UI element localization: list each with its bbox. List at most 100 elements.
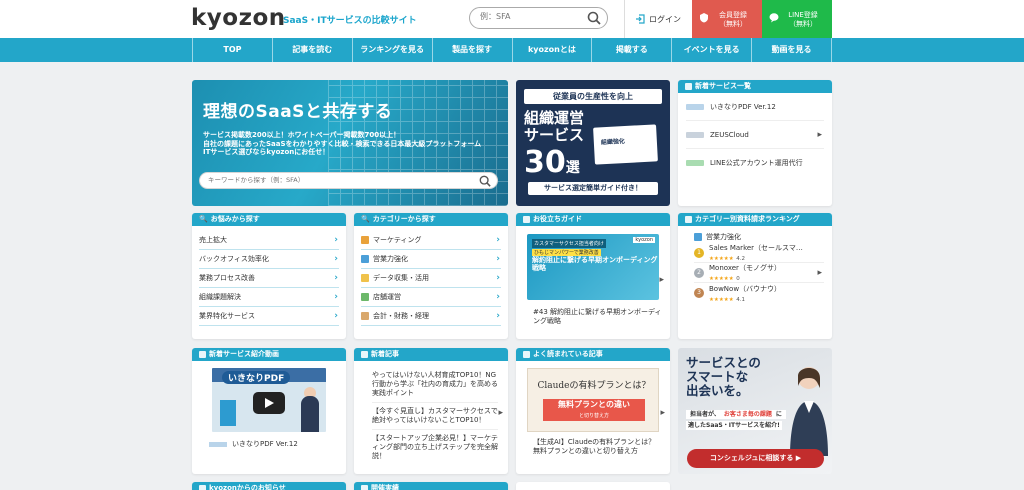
news-icon [199,485,206,490]
chevron-right-icon[interactable]: ▸ [498,408,503,418]
category-item[interactable]: データ収集・活用 › [361,269,501,288]
chevron-right-icon[interactable]: ▸ [660,408,665,418]
category-item[interactable]: 営業力強化 › [361,250,501,269]
search-icon[interactable] [479,175,491,187]
article-icon [361,351,368,358]
useful-guide-card[interactable]: お役立ちガイド カスタマーサクセス担当者向け kyozon ひもじマンパワーで業… [516,213,670,339]
nav-top[interactable]: TOP [192,38,272,62]
card-header: 新着記事 [354,348,508,361]
site-header: kyozon SaaS・ITサービスの比較サイト ログイン 会員登録 （無料） … [0,0,1024,38]
guide-thumbnail[interactable]: カスタマーサクセス担当者向け kyozon ひもじマンパワーで業務改善 解約阻止… [527,234,659,300]
login-button[interactable]: ログイン [624,0,691,38]
popular-articles-card[interactable]: よく読まれている記事 Claudeの有料プランとは？ 無料プランとの違い と切り替… [516,348,670,474]
ranking-item[interactable]: 2 Monoxer（モノグサ） ★★★★★ 0 ▸ [694,263,824,283]
new-video-card: 新着サービス紹介動画 いきなりPDF いきなりPDF Ver.12 [192,348,346,474]
chevron-right-icon: › [334,235,338,245]
header-search-box[interactable] [469,7,608,29]
hero-title: 理想のSaaSと共存する [203,102,393,122]
guide-title[interactable]: #43 解約阻止に繋げる早期オンボーディング戦略 [516,300,670,326]
line-chat-icon [769,13,779,23]
problem-item[interactable]: 業務プロセス改善 › [199,269,339,288]
book-icon [523,216,530,223]
nav-videos[interactable]: 動画を見る [751,38,832,62]
new-service-item[interactable]: ZEUSCloud ▸ [686,121,824,149]
category-item[interactable]: マーケティング › [361,231,501,250]
category-item[interactable]: 店舗運営 › [361,288,501,307]
article-icon [523,351,530,358]
service-logo-icon [686,131,704,138]
chevron-right-icon: › [496,311,500,321]
problem-item[interactable]: 業界特化サービス › [199,307,339,326]
service-logo-icon [686,160,704,166]
chart-icon [361,274,369,282]
register-icon [700,13,708,23]
concierge-banner[interactable]: サービスとの スマートな 出会いを。 担当者が、 お客さま毎の課題に 適したSaaS・… [678,348,832,474]
search-icon: 🔍 [361,215,370,223]
line-register-button[interactable]: LINE登録 （無料） [762,0,832,38]
search-by-problem-card: 🔍 お悩みから探す 売上拡大 › バックオフィス効率化 › 業務プロセス改善 › 組織課… [192,213,346,339]
chevron-right-icon[interactable]: ▸ [817,130,822,140]
category-item[interactable]: 会計・財務・経理 › [361,307,501,326]
briefcase-icon [694,232,702,241]
video-caption[interactable]: いきなりPDF Ver.12 [192,432,346,449]
crown-icon: 3 [694,288,704,298]
briefcase-icon [361,255,369,263]
popular-article-title[interactable]: 【生成AI】Claudeの有料プランとは？無料プランとの違いと切り替え方 [516,432,670,456]
problem-item[interactable]: 組織課題解決 › [199,288,339,307]
banner-book-image: 組織強化 [593,124,658,165]
ranking-item[interactable]: 1 Sales Marker（セールスマ… ★★★★★ 4.2 [694,243,824,263]
chevron-right-icon: › [496,273,500,283]
new-service-item[interactable]: いきなりPDF Ver.12 [686,93,824,121]
new-services-card: 新着サービス一覧 いきなりPDF Ver.12 ZEUSCloud ▸ LINE公… [678,80,832,206]
concierge-person-image [790,367,828,456]
card-header: よく読まれている記事 [516,348,670,361]
hero-search-box[interactable] [199,172,498,189]
banner-count: 30選 [524,145,580,180]
concierge-heading: サービスとの スマートな 出会いを。 [686,355,761,398]
organization-services-banner[interactable]: 従業員の生産性を向上 組織運営 サービス 30選 組織強化 サービス選定簡単ガイド… [516,80,670,206]
popular-article-thumbnail[interactable]: Claudeの有料プランとは？ 無料プランとの違い と切り替え方 [527,368,659,432]
service-logo-icon [209,441,227,447]
article-link[interactable]: やってはいけない人材育成TOP10！NG行動から学ぶ「社内の育成力」を高める実践… [372,367,498,403]
kyozon-logo[interactable]: kyozon [191,5,286,31]
search-by-category-card: 🔍 カテゴリーから探す マーケティング › 営業力強化 › データ収集・活用 › 店舗運… [354,213,508,339]
article-link[interactable]: 【スタートアップ企業必見！】マーケティング部門の立ち上げステップを完全解説！ [372,430,498,465]
card-header: 開催実績 [354,482,508,490]
banner-guide-label: サービス選定簡単ガイド付き！ [528,182,658,195]
chevron-right-icon[interactable]: ▸ [659,275,664,285]
card-header: お役立ちガイド [516,213,670,226]
site-tagline: SaaS・ITサービスの比較サイト [283,16,417,26]
empty-card [516,482,670,490]
play-icon[interactable] [253,392,285,414]
trophy-icon [685,216,692,223]
nav-events[interactable]: イベントを見る [671,38,751,62]
chevron-right-icon: › [334,273,338,283]
article-link[interactable]: 【今すぐ見直し】カスタマーサクセスで絶対やってはいけないことTOP10！ [372,403,498,430]
card-header: 🔍 カテゴリーから探す [354,213,508,226]
megaphone-icon [361,236,369,244]
concierge-consult-button[interactable]: コンシェルジュに相談する ▶ [687,449,824,468]
hero-description: サービス掲載数200以上！ホワイトペーパー掲載数700以上！ 自社の課題にあった… [203,131,481,157]
register-button[interactable]: 会員登録 （無料） [692,0,762,38]
problem-item[interactable]: 売上拡大 › [199,231,339,250]
nav-products[interactable]: 製品を探す [431,38,512,62]
problem-item[interactable]: バックオフィス効率化 › [199,250,339,269]
nav-listing[interactable]: 掲載する [591,38,671,62]
search-icon[interactable] [587,11,601,25]
video-thumbnail[interactable]: いきなりPDF [212,368,326,432]
calculator-icon [361,312,369,320]
hero-search-input[interactable] [208,176,468,184]
header-search-input[interactable] [480,12,580,21]
card-header: 新着サービス紹介動画 [192,348,346,361]
nav-articles[interactable]: 記事を読む [271,38,352,62]
new-service-item[interactable]: LINE公式アカウント運用代行 [686,149,824,177]
ranking-category: 営業力強化 [694,230,824,243]
nav-about[interactable]: kyozonとは [511,38,592,62]
ranking-item[interactable]: 3 BowNow（バウナウ） ★★★★★ 4.1 [694,283,824,303]
card-header: 新着サービス一覧 [678,80,832,93]
chevron-right-icon[interactable]: ▸ [817,268,822,278]
login-icon [636,14,645,24]
chevron-right-icon: › [496,235,500,245]
crown-icon: 2 [694,267,704,278]
nav-ranking[interactable]: ランキングを見る [351,38,432,62]
